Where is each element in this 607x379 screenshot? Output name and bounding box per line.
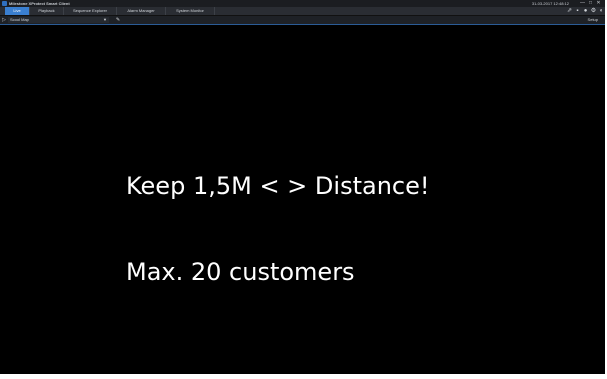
workspace-tab-bar: Live Playback Sequence Explorer Alarm Ma… (0, 7, 605, 16)
tab-playback[interactable]: Playback (30, 7, 64, 15)
expand-panel-icon[interactable]: ▷ (1, 17, 7, 23)
page-margin-bottom (0, 374, 607, 379)
close-button[interactable]: ✕ (595, 1, 602, 6)
tab-sequence-explorer[interactable]: Sequence Explorer (64, 7, 117, 15)
tab-live[interactable]: Live (5, 7, 30, 15)
globe-icon[interactable]: ● (582, 8, 589, 14)
overlay-message-distance: Keep 1,5M < > Distance! (126, 172, 430, 200)
chevron-down-icon: ▼ (103, 17, 107, 22)
smart-client-window: Milestone XProtect Smart Client 31-03-20… (0, 0, 605, 374)
title-bar: Milestone XProtect Smart Client 31-03-20… (0, 0, 605, 7)
gear-icon[interactable]: ⚙ (590, 8, 597, 14)
setup-button[interactable]: Setup (585, 17, 601, 23)
edit-view-icon[interactable]: ✎ (115, 17, 121, 23)
pin-icon[interactable]: ⇗ (566, 8, 573, 14)
clock-readout: 31-03-2017 12:48:12 (531, 1, 569, 6)
maximize-button[interactable]: □ (587, 1, 594, 6)
window-title: Milestone XProtect Smart Client (9, 1, 70, 6)
view-selector[interactable]: Scool Map ▼ (8, 17, 109, 23)
camera-icon[interactable]: ▪ (574, 8, 581, 14)
help-icon[interactable]: ◐ (598, 8, 605, 14)
view-selector-value: Scool Map (10, 17, 29, 22)
tab-system-monitor[interactable]: System Monitor (166, 7, 215, 15)
overlay-message-capacity: Max. 20 customers (126, 258, 355, 286)
tab-alarm-manager[interactable]: Alarm Manager (117, 7, 166, 15)
view-toolbar: ▷ Scool Map ▼ ✎ Setup (0, 16, 605, 25)
minimize-button[interactable]: — (579, 1, 586, 6)
app-logo-icon (2, 1, 7, 6)
